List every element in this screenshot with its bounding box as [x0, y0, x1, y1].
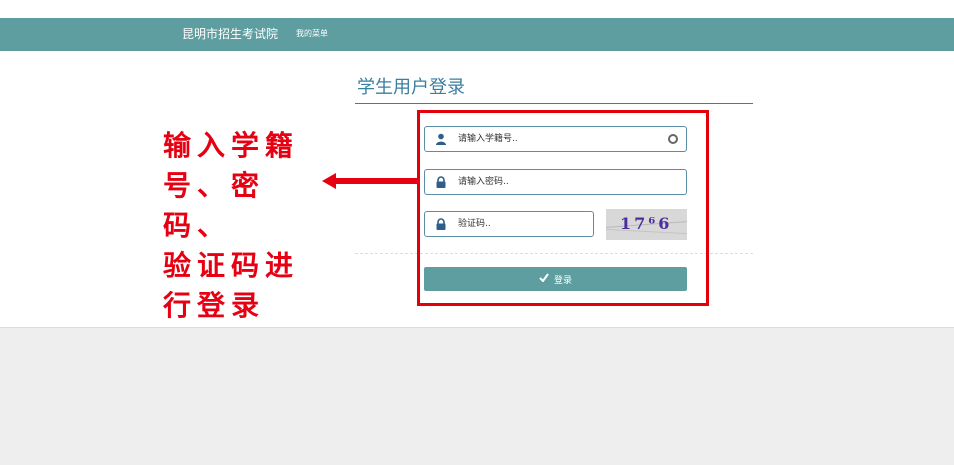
annotation-line: 行登录	[163, 289, 266, 322]
highlight-box	[417, 110, 709, 306]
my-menu-link[interactable]: 我的菜单	[296, 28, 328, 40]
annotation-arrow	[322, 173, 420, 189]
annotation-text: 输入学籍 号、密码、 验证码进 行登录	[163, 126, 313, 326]
login-panel: 学生用户登录 请输入学籍号.. 请输入密码.. 验证码.. 17⁶6 登录 输入…	[0, 51, 954, 328]
top-strip	[0, 0, 954, 18]
navbar: 昆明市招生考试院 我的菜单	[0, 18, 954, 51]
site-brand[interactable]: 昆明市招生考试院	[182, 26, 278, 43]
annotation-line: 验证码进	[163, 249, 300, 282]
annotation-line: 输入学籍	[163, 129, 300, 162]
annotation-line: 号、密码、	[163, 169, 266, 242]
title-divider	[355, 103, 753, 104]
page-title: 学生用户登录	[357, 77, 465, 98]
